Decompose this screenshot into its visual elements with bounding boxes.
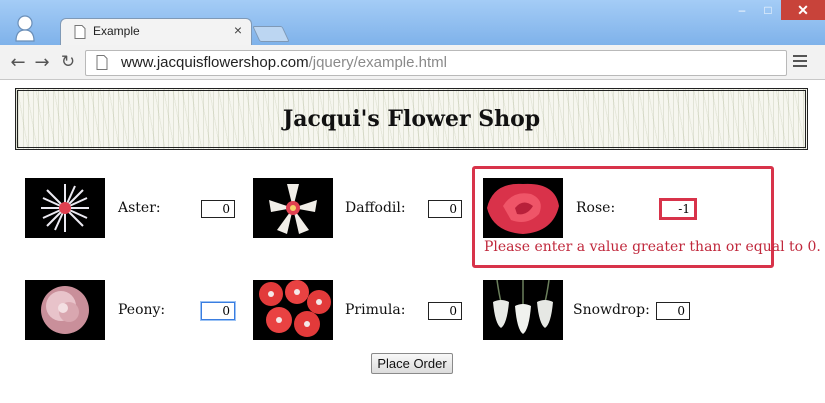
- daffodil-quantity-input[interactable]: [428, 200, 462, 218]
- maximize-button[interactable]: □: [755, 0, 781, 20]
- snowdrop-quantity-input[interactable]: [656, 302, 690, 320]
- primula-label: Primula:: [345, 302, 406, 318]
- peony-quantity-input[interactable]: [201, 302, 235, 320]
- tab-title: Example: [93, 24, 140, 38]
- reload-icon[interactable]: ↻: [58, 52, 78, 72]
- close-window-button[interactable]: ✕: [781, 0, 825, 20]
- menu-icon[interactable]: [793, 55, 807, 69]
- url-path: /jquery/example.html: [308, 54, 447, 71]
- place-order-button[interactable]: Place Order: [371, 353, 453, 374]
- url-text[interactable]: www.jacquisflowershop.com/jquery/example…: [121, 54, 447, 71]
- daffodil-label: Daffodil:: [345, 200, 406, 216]
- aster-quantity-input[interactable]: [201, 200, 235, 218]
- rose-label: Rose:: [576, 200, 616, 216]
- snowdrop-label: Snowdrop:: [573, 302, 650, 318]
- rose-quantity-input[interactable]: [659, 198, 697, 220]
- aster-image: [25, 178, 105, 238]
- user-icon[interactable]: [14, 14, 36, 42]
- aster-label: Aster:: [118, 200, 161, 216]
- banner: Jacqui's Flower Shop: [15, 88, 808, 150]
- peony-image: [25, 280, 105, 340]
- peony-label: Peony:: [118, 302, 166, 318]
- back-icon[interactable]: ←: [8, 52, 28, 73]
- primula-image: [253, 280, 333, 340]
- tab-example[interactable]: Example ×: [60, 18, 252, 46]
- page-content: Jacqui's Flower Shop Aster: 0 Daffodil: …: [0, 80, 825, 403]
- primula-quantity-input[interactable]: [428, 302, 462, 320]
- page-title: Jacqui's Flower Shop: [282, 106, 541, 132]
- tab-close-icon[interactable]: ×: [234, 22, 242, 38]
- minimize-button[interactable]: –: [729, 0, 755, 20]
- browser-toolbar: ← → ↻ www.jacquisflowershop.com/jquery/e…: [0, 45, 825, 80]
- forward-icon[interactable]: →: [32, 52, 52, 73]
- address-bar[interactable]: www.jacquisflowershop.com/jquery/example…: [85, 50, 787, 76]
- rose-image: [483, 178, 563, 238]
- new-tab-button[interactable]: [252, 26, 290, 42]
- rose-error-message: Please enter a value greater than or equ…: [484, 239, 821, 255]
- snowdrop-image: [483, 280, 563, 340]
- page-icon: [74, 25, 86, 39]
- daffodil-image: [253, 178, 333, 238]
- page-icon: [96, 55, 108, 70]
- url-host: www.jacquisflowershop.com: [121, 54, 309, 71]
- title-bar: Example × – □ ✕: [0, 0, 825, 46]
